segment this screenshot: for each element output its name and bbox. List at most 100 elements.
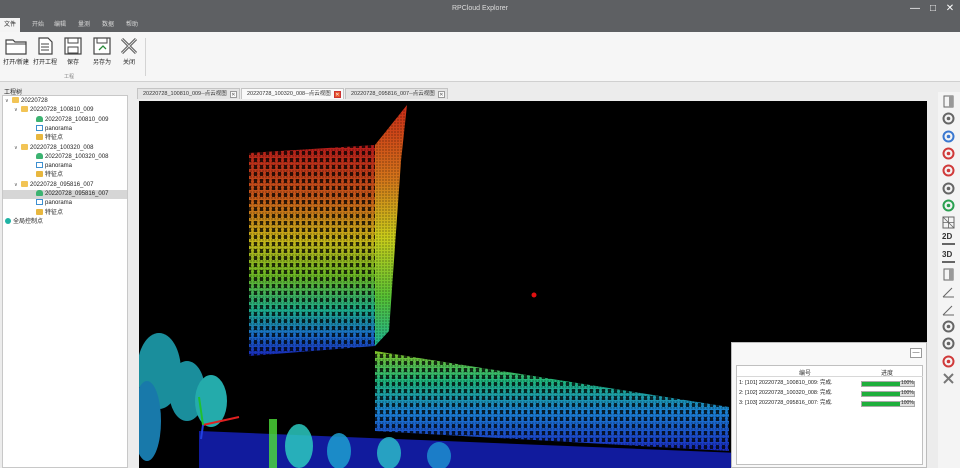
tree-node[interactable]: 特征点 bbox=[3, 134, 127, 143]
menu-start[interactable]: 开始 bbox=[28, 18, 48, 32]
close-button[interactable]: ✕ bbox=[943, 2, 957, 16]
open-new-button[interactable]: 打开/新建 bbox=[1, 37, 31, 73]
window-title: RPCloud Explorer bbox=[451, 5, 509, 12]
tree-node[interactable]: ∨ 20220728_095816_007 bbox=[3, 180, 127, 190]
tree-node-label: panorama bbox=[45, 163, 73, 170]
3d-view-icon[interactable]: 3D bbox=[941, 250, 956, 265]
tab-label: 20220728_100320_008--点云视图 bbox=[247, 91, 331, 97]
tree-node-label: 特征点 bbox=[45, 135, 64, 142]
close-project-button[interactable]: 关闭 bbox=[114, 37, 144, 73]
tab-label: 20220728_095816_007--点云视图 bbox=[351, 91, 435, 97]
feature-point-icon bbox=[36, 171, 43, 178]
feature-point-icon bbox=[36, 208, 43, 215]
tree-node[interactable]: panorama bbox=[3, 124, 127, 134]
orbit-icon[interactable] bbox=[941, 111, 956, 126]
progress-bar-fill bbox=[862, 391, 901, 396]
menu-measure[interactable]: 量测 bbox=[74, 18, 94, 32]
ribbon-group-label: 工程 bbox=[64, 74, 75, 80]
intensity-icon[interactable] bbox=[941, 163, 956, 178]
slope-icon[interactable] bbox=[941, 284, 956, 299]
rgb-color-icon[interactable] bbox=[941, 129, 956, 144]
tree-node-label: 20220728_095816_007 bbox=[30, 181, 94, 188]
save-button[interactable]: 保存 bbox=[58, 37, 88, 73]
tree-node-label: 20220728_100320_008 bbox=[30, 144, 94, 151]
chevron-down-icon[interactable]: ∨ bbox=[14, 181, 21, 190]
tree-node[interactable]: 20220728_100320_008 bbox=[3, 152, 127, 162]
menu-bar: 文件 开始 编辑 量测 数据 帮助 bbox=[0, 18, 960, 32]
tree-node-label: 20220728_095816_007 bbox=[45, 191, 109, 197]
tree-node[interactable]: 全局控制点 bbox=[3, 217, 127, 227]
chevron-down-icon[interactable]: ∨ bbox=[14, 106, 21, 115]
title-bar: RPCloud Explorer — □ ✕ bbox=[0, 0, 960, 18]
point-cloud-icon bbox=[36, 152, 43, 159]
multi-color-icon[interactable] bbox=[941, 146, 956, 161]
tree-node[interactable]: 特征点 bbox=[3, 171, 127, 180]
menu-data[interactable]: 数据 bbox=[98, 18, 118, 32]
folder-icon bbox=[5, 39, 27, 55]
tree-node-label: 20220728_100810_009 bbox=[30, 107, 94, 114]
tab-label: 20220728_100810_009--点云视图 bbox=[143, 91, 227, 97]
progress-percent: 100% bbox=[901, 380, 914, 386]
tree-node[interactable]: 20220728_100810_009 bbox=[3, 115, 127, 125]
progress-bar-fill bbox=[862, 401, 901, 406]
tab-view-007[interactable]: 20220728_095816_007--点云视图 ✕ bbox=[345, 88, 448, 99]
open-new-label: 打开/新建 bbox=[3, 60, 29, 66]
distance-icon[interactable] bbox=[941, 319, 956, 334]
area-icon[interactable] bbox=[941, 336, 956, 351]
folder-icon bbox=[12, 97, 19, 103]
tree-node[interactable]: panorama bbox=[3, 199, 127, 208]
close-tool-icon bbox=[120, 37, 138, 55]
pole-point-cloud bbox=[269, 419, 277, 468]
chevron-down-icon[interactable]: ∨ bbox=[5, 97, 12, 106]
tab-close-icon[interactable]: ✕ bbox=[333, 91, 341, 98]
document-icon bbox=[38, 37, 53, 55]
close-project-label: 关闭 bbox=[122, 60, 135, 66]
feature-point-icon bbox=[36, 134, 43, 141]
tree-node[interactable]: panorama bbox=[3, 162, 127, 171]
2d-view-icon[interactable]: 2D bbox=[941, 232, 956, 247]
tree-node[interactable]: ∨ 20220728_100810_009 bbox=[3, 106, 127, 115]
progress-panel: — 编号 进度 1: [101] 20220728_100810_009: 完成… bbox=[731, 342, 927, 468]
tab-view-008[interactable]: 20220728_100320_008--点云视图 ✕ bbox=[241, 88, 344, 99]
chevron-down-icon[interactable]: ∨ bbox=[14, 144, 21, 153]
elevation-icon[interactable] bbox=[941, 181, 956, 196]
tab-close-icon[interactable]: ✕ bbox=[229, 91, 237, 98]
menu-edit[interactable]: 编辑 bbox=[50, 18, 70, 32]
folder-icon bbox=[21, 106, 28, 113]
panel-icon[interactable] bbox=[941, 94, 956, 109]
menu-help[interactable]: 帮助 bbox=[122, 18, 142, 32]
tree-node-label: 20220728_100320_008 bbox=[45, 153, 109, 160]
tree-node-label: panorama bbox=[45, 125, 73, 132]
angle-icon[interactable] bbox=[941, 302, 956, 317]
open-project-label: 打开工程 bbox=[32, 60, 57, 66]
tree-node[interactable]: 特征点 bbox=[3, 208, 127, 218]
delete-icon[interactable] bbox=[941, 371, 956, 386]
section-icon[interactable] bbox=[941, 267, 956, 282]
grid-icon[interactable] bbox=[941, 215, 956, 230]
tab-close-icon[interactable]: ✕ bbox=[437, 91, 445, 98]
classification-icon[interactable] bbox=[941, 198, 956, 213]
header-divider bbox=[737, 376, 923, 377]
save-as-label: 另存为 bbox=[92, 60, 111, 66]
minimize-button[interactable]: — bbox=[908, 2, 922, 16]
panorama-icon bbox=[36, 199, 43, 206]
tree-node-label: 特征点 bbox=[45, 172, 64, 179]
point-cloud-icon bbox=[36, 115, 43, 122]
tree-node-label: 全局控制点 bbox=[13, 218, 44, 225]
progress-row-text: 2: [102] 20220728_100320_008: 完成. bbox=[739, 390, 833, 396]
clear-measure-icon[interactable] bbox=[941, 354, 956, 369]
point-cloud-icon bbox=[36, 190, 43, 196]
tree-node-label: 20220728_100810_009 bbox=[45, 116, 109, 123]
save-as-button[interactable]: 另存为 bbox=[87, 37, 117, 73]
tree-node[interactable]: 20220728_095816_007 bbox=[3, 190, 127, 199]
maximize-button[interactable]: □ bbox=[926, 2, 940, 16]
tree-node[interactable]: ∨ 20220728_100320_008 bbox=[3, 143, 127, 153]
tab-view-009[interactable]: 20220728_100810_009--点云视图 ✕ bbox=[137, 88, 240, 99]
globe-icon bbox=[5, 217, 11, 224]
menu-file[interactable]: 文件 bbox=[0, 18, 21, 32]
save-icon bbox=[64, 37, 82, 55]
folder-icon bbox=[21, 180, 28, 187]
panel-minimize-button[interactable]: — bbox=[910, 348, 922, 358]
open-project-button[interactable]: 打开工程 bbox=[30, 37, 60, 73]
tree-node[interactable]: ∨ 20220728 bbox=[3, 97, 127, 106]
